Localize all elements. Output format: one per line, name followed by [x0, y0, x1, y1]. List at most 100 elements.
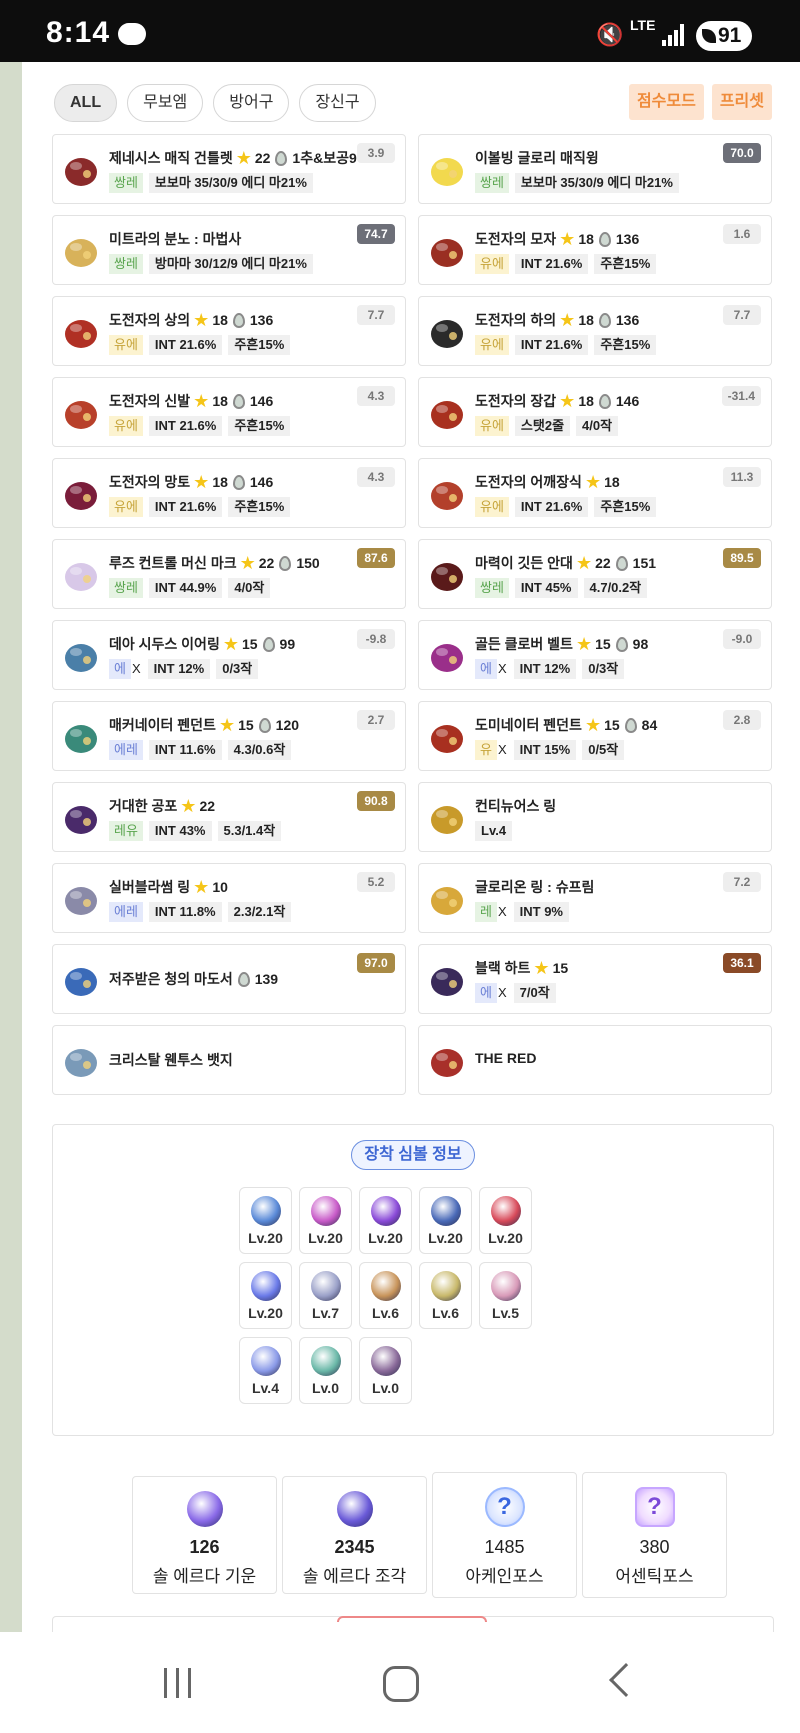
symbol-level: Lv.20	[428, 1230, 463, 1246]
equipment-card[interactable]: 도전자의 장갑 ★ 18 146 유에 스탯2줄 4/0작 -31.4	[418, 377, 772, 447]
equipment-card[interactable]: 매커네이터 펜던트 ★ 15 120 에레 INT 11.6% 4.3/0.6작 2.7	[52, 701, 406, 771]
item-name: 도전자의 어깨장식	[475, 474, 582, 490]
item-title: 도전자의 망토 ★ 18 146	[109, 472, 273, 492]
symbol-icon	[490, 1271, 521, 1301]
filter-all[interactable]: ALL	[54, 84, 118, 122]
equipment-card[interactable]: 도전자의 상의 ★ 18 136 유에 INT 21.6% 주흔15% 7.7	[52, 296, 406, 366]
equipment-card[interactable]: 도전자의 신발 ★ 18 146 유에 INT 21.6% 주흔15% 4.3	[52, 377, 406, 447]
filter-weapon-emblem[interactable]: 무보엠	[127, 84, 204, 122]
option-tag: INT 45%	[514, 578, 578, 598]
additional-option-icon	[275, 150, 288, 166]
symbol-slot[interactable]: Lv.20	[239, 1262, 292, 1329]
equipment-card[interactable]: 크리스탈 웬투스 뱃지	[52, 1025, 406, 1095]
symbol-slot[interactable]: Lv.0	[359, 1337, 412, 1404]
sol-erda-fragment-icon	[336, 1491, 373, 1527]
equipment-card[interactable]: 블랙 하트 ★ 15 에 X 7/0작 36.1	[418, 944, 772, 1014]
additional-option-icon	[237, 971, 250, 987]
item-name: 거대한 공포	[109, 798, 178, 814]
earring-icon	[59, 634, 103, 678]
equipment-card[interactable]: 마력이 깃든 안대 ★ 22 151 쌍레 INT 45% 4.7/0.2작 89.5	[418, 539, 772, 609]
symbol-slot[interactable]: Lv.20	[419, 1187, 472, 1254]
option-tag: 5.3/1.4작	[217, 821, 282, 841]
mute-icon: 🔇	[596, 22, 624, 47]
recent-apps-button[interactable]	[160, 1662, 200, 1702]
score-badge: 87.6	[357, 548, 395, 568]
left-rail	[0, 62, 22, 1632]
option-tag: 0/5작	[582, 740, 625, 760]
shoes-icon	[59, 391, 103, 435]
filter-chips: ALL 무보엠 방어구 장신구	[54, 84, 376, 122]
additional-option-value: 146	[249, 393, 274, 409]
score-badge: 4.3	[357, 467, 395, 487]
item-title: 도전자의 장갑 ★ 18 146	[475, 391, 639, 411]
score-badge: 4.3	[357, 386, 395, 406]
equipment-card[interactable]: 거대한 공포 ★ 22 레유 INT 43% 5.3/1.4작 90.8	[52, 782, 406, 852]
symbol-slot[interactable]: Lv.4	[239, 1337, 292, 1404]
option-tag: 주흔15%	[228, 335, 291, 355]
symbol-slot[interactable]: Lv.5	[479, 1262, 532, 1329]
score-badge: 11.3	[723, 467, 761, 487]
symbol-slot[interactable]: Lv.20	[239, 1187, 292, 1254]
option-tag: INT 12%	[147, 659, 211, 679]
home-button[interactable]	[383, 1666, 419, 1702]
filter-armor[interactable]: 방어구	[213, 84, 290, 122]
score-mode-button[interactable]: 점수모드	[628, 84, 704, 120]
symbol-level: Lv.4	[252, 1380, 279, 1396]
symbol-slot[interactable]: Lv.20	[479, 1187, 532, 1254]
potential-tag: X	[497, 661, 507, 676]
star-force-value: 15	[238, 717, 254, 733]
equipment-card[interactable]: 미트라의 분노 : 마법사 쌍레 방마마 30/12/9 에디 마21% 74.7	[52, 215, 406, 285]
equipment-card[interactable]: THE RED	[418, 1025, 772, 1095]
back-button[interactable]	[609, 1663, 643, 1697]
option-tags: 에 X INT 12% 0/3작	[109, 659, 259, 679]
equipment-card[interactable]: 실버블라썸 링 ★ 10 에레 INT 11.8% 2.3/2.1작 5.2	[52, 863, 406, 933]
option-tags: 레 X INT 9%	[475, 902, 569, 922]
symbol-slot[interactable]: Lv.20	[299, 1187, 352, 1254]
symbol-slot[interactable]: Lv.6	[359, 1262, 412, 1329]
stat-label: 솔 에르다 기운	[152, 1567, 257, 1586]
item-name: 도전자의 하의	[475, 312, 557, 328]
equipment-card[interactable]: 글로리온 링 : 슈프림 레 X INT 9% 7.2	[418, 863, 772, 933]
star-force-icon: ★	[239, 553, 256, 573]
symbol-slot[interactable]: Lv.6	[419, 1262, 472, 1329]
additional-option-value: 99	[279, 636, 296, 652]
equipment-card[interactable]: 도미네이터 펜던트 ★ 15 84 유 X INT 15% 0/5작 2.8	[418, 701, 772, 771]
symbol-slot[interactable]: Lv.7	[299, 1262, 352, 1329]
battery-saver-icon	[702, 29, 716, 43]
equipment-card[interactable]: 도전자의 모자 ★ 18 136 유에 INT 21.6% 주흔15% 1.6	[418, 215, 772, 285]
equipment-card[interactable]: 제네시스 매직 건틀렛 ★ 22 1추&보공9 쌍레 보보마 35/30/9 에디 마21…	[52, 134, 406, 204]
option-tag: 보보마 35/30/9 에디 마21%	[514, 173, 679, 193]
potential-tag: 에	[475, 983, 497, 1003]
option-tag: 4/0작	[228, 578, 271, 598]
preset-button[interactable]: 프리셋	[711, 84, 772, 120]
equipment-card[interactable]: 컨티뉴어스 링 Lv.4	[418, 782, 772, 852]
symbol-slot[interactable]: Lv.0	[299, 1337, 352, 1404]
filter-accessory[interactable]: 장신구	[299, 84, 376, 122]
equipment-card[interactable]: 이볼빙 글로리 매직윙 쌍레 보보마 35/30/9 에디 마21% 70.0	[418, 134, 772, 204]
symbol-slot[interactable]: Lv.20	[359, 1187, 412, 1254]
symbol-info-title[interactable]: 장착 심볼 정보	[351, 1140, 475, 1170]
next-section-tab[interactable]	[337, 1616, 487, 1622]
equipment-card[interactable]: 저주받은 청의 마도서 139 97.0	[52, 944, 406, 1014]
option-tag: 4.7/0.2작	[583, 578, 648, 598]
authentic-symbol-icon: ?	[634, 1487, 675, 1527]
equipment-card[interactable]: 도전자의 망토 ★ 18 146 유에 INT 21.6% 주흔15% 4.3	[52, 458, 406, 528]
eye-patch-icon	[425, 553, 469, 597]
equipment-card[interactable]: 골든 클로버 벨트 ★ 15 98 에 X INT 12% 0/3작 -9.0	[418, 620, 772, 690]
equipment-grid: 제네시스 매직 건틀렛 ★ 22 1추&보공9 쌍레 보보마 35/30/9 에디 마21…	[52, 134, 774, 1095]
additional-option-value: 139	[254, 971, 279, 987]
equipment-card[interactable]: 도전자의 하의 ★ 18 136 유에 INT 21.6% 주흔15% 7.7	[418, 296, 772, 366]
glove-icon	[425, 391, 469, 435]
item-title: 도미네이터 펜던트 ★ 15 84	[475, 715, 657, 735]
equipment-card[interactable]: 도전자의 어깨장식 ★ 18 유에 INT 21.6% 주흔15% 11.3	[418, 458, 772, 528]
symbol-icon	[370, 1346, 401, 1376]
option-tags: 쌍레 방마마 30/12/9 에디 마21%	[109, 254, 313, 274]
potential-tag: 유에	[109, 335, 143, 355]
potential-tag: 쌍레	[109, 578, 143, 598]
equipment-card[interactable]: 루즈 컨트롤 머신 마크 ★ 22 150 쌍레 INT 44.9% 4/0작 87.6	[52, 539, 406, 609]
equipment-card[interactable]: 데아 시두스 이어링 ★ 15 99 에 X INT 12% 0/3작 -9.8	[52, 620, 406, 690]
potential-tag: 유에	[475, 254, 509, 274]
additional-option-icon	[615, 555, 628, 571]
symbol-icon	[310, 1346, 341, 1376]
item-title: 실버블라썸 링 ★ 10	[109, 877, 228, 897]
